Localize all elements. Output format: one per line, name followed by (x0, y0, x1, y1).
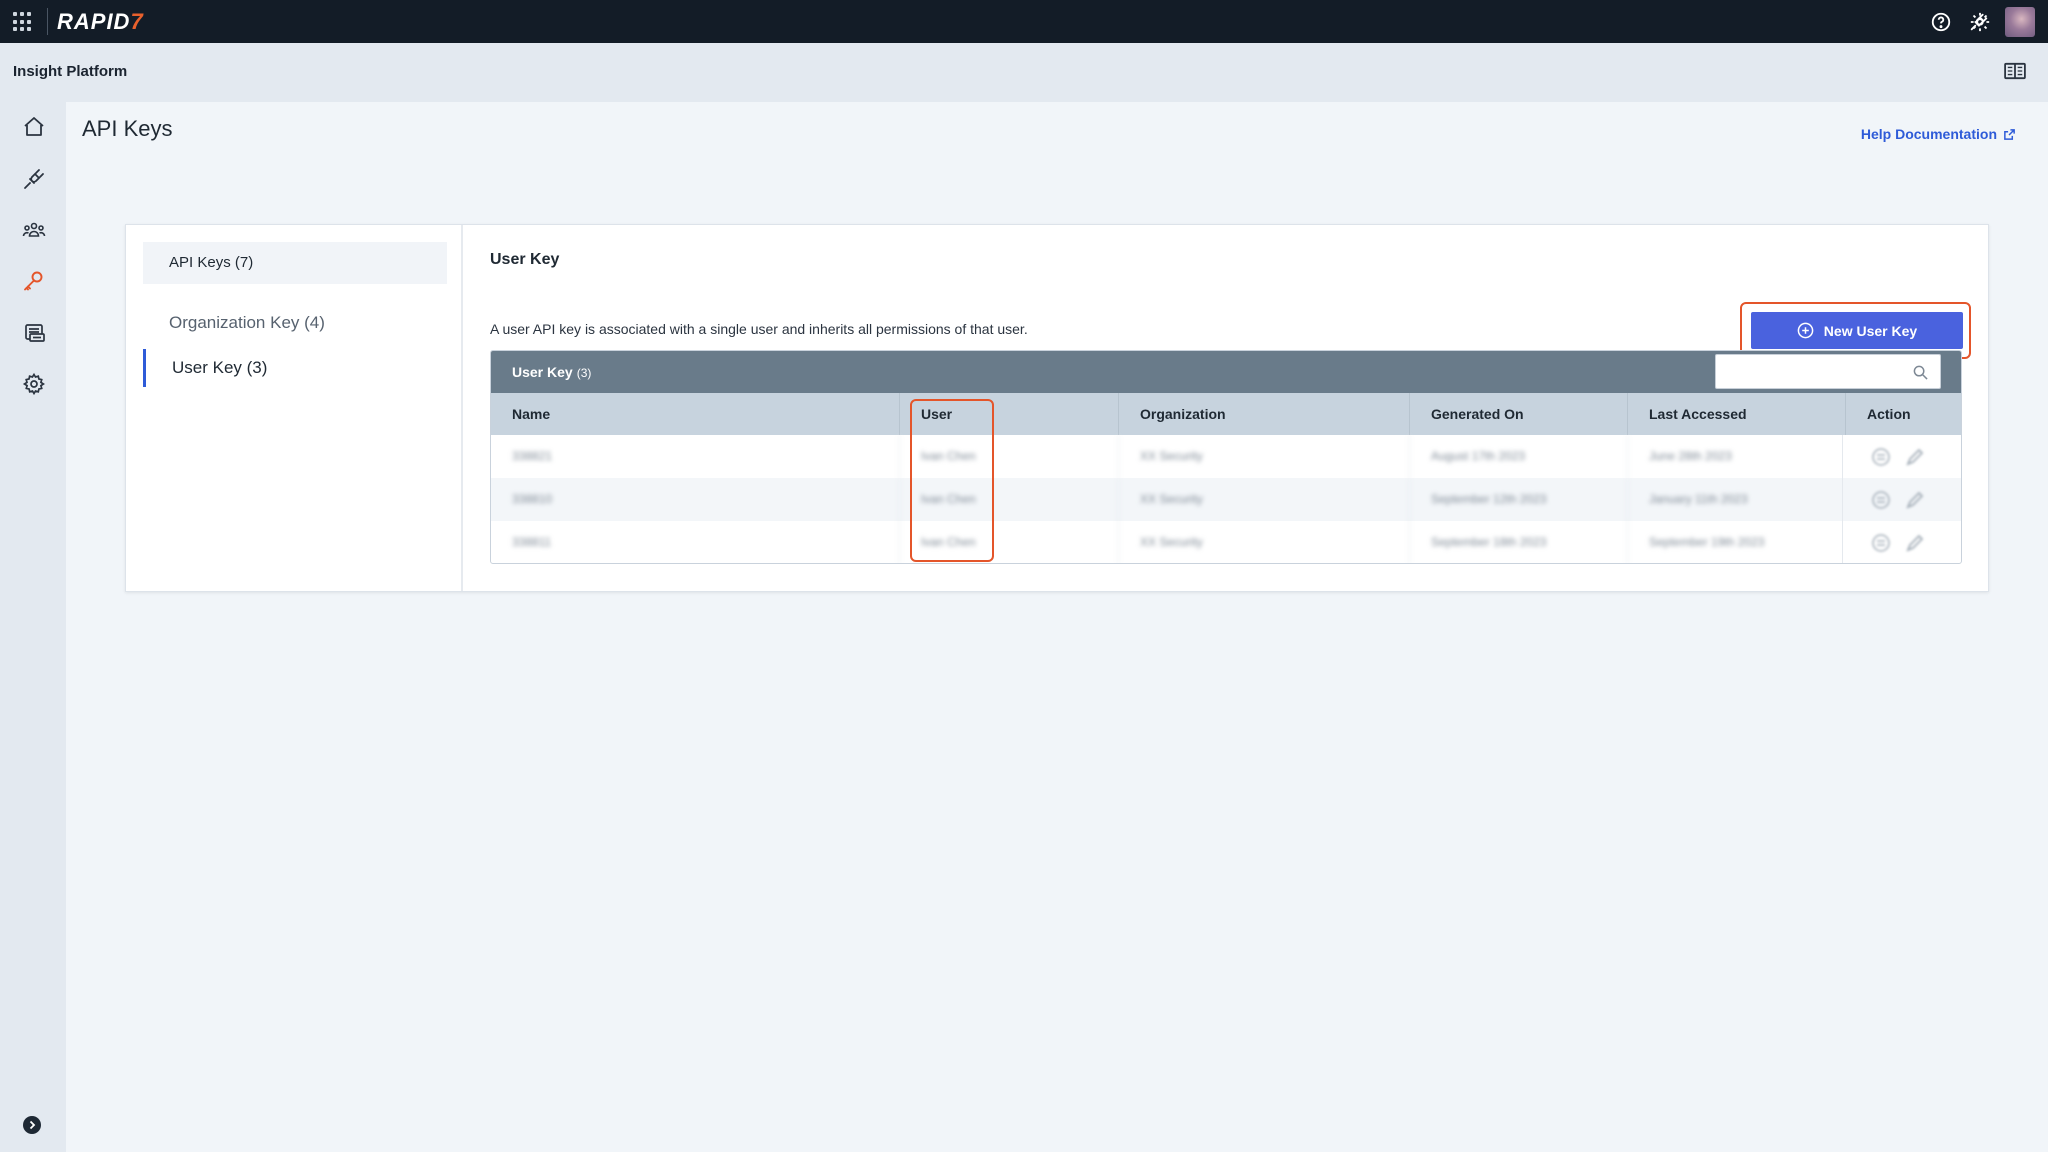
table-row[interactable]: 338810 Ivan Chen XX Security September 1… (491, 478, 1961, 521)
settings-nav-icon[interactable] (22, 372, 46, 396)
info-icon[interactable] (1871, 533, 1891, 553)
table-row[interactable]: 338821 Ivan Chen XX Security August 17th… (491, 435, 1961, 478)
cell-generated-on: August 17th 2023 (1409, 435, 1627, 478)
api-keys-card: API Keys (7) Organization Key (4) User K… (125, 224, 1989, 592)
page-title: API Keys (82, 116, 173, 141)
info-icon[interactable] (1871, 490, 1891, 510)
table-toolbar: User Key (3) (491, 351, 1961, 393)
edit-icon[interactable] (1905, 490, 1925, 510)
cell-last-accessed: January 11th 2023 (1627, 478, 1845, 521)
cell-last-accessed: September 19th 2023 (1627, 521, 1845, 563)
table-header-row: Name User Organization Generated On Last… (491, 393, 1961, 435)
column-header-organization[interactable]: Organization (1118, 393, 1409, 435)
table-count: (3) (576, 366, 592, 380)
cell-generated-on: September 18th 2023 (1409, 521, 1627, 563)
cell-organization: XX Security (1118, 478, 1409, 521)
cell-name: 338811 (512, 535, 552, 549)
column-header-generated-on[interactable]: Generated On (1409, 393, 1627, 435)
content-description: A user API key is associated with a sing… (490, 321, 1028, 337)
settings-icon[interactable] (1969, 11, 1991, 33)
edit-icon[interactable] (1905, 533, 1925, 553)
table-search-input[interactable] (1715, 354, 1941, 389)
content-title: User Key (490, 251, 560, 268)
menu-item-organization-key[interactable]: Organization Key (4) (143, 308, 447, 338)
left-nav (0, 102, 66, 1152)
external-link-icon (2004, 128, 2015, 140)
help-icon[interactable] (1930, 11, 1952, 33)
billing-icon[interactable] (22, 321, 46, 345)
info-icon[interactable] (1871, 447, 1891, 467)
user-avatar[interactable] (2005, 7, 2035, 37)
highlight-user-column (910, 399, 994, 562)
users-icon[interactable] (22, 218, 46, 242)
edit-icon[interactable] (1905, 447, 1925, 467)
divider (47, 8, 48, 35)
rapid7-logo[interactable]: RAPID7 (57, 9, 144, 35)
user-key-table: User Key (3) Name User Organization Gener… (490, 350, 1962, 564)
cell-name: 338821 (512, 449, 553, 463)
search-icon (1913, 365, 1928, 380)
cell-name: 338810 (512, 492, 553, 506)
api-keys-side-menu: API Keys (7) Organization Key (4) User K… (126, 225, 463, 591)
help-link-label: Help Documentation (1860, 126, 1997, 142)
cell-action (1842, 521, 1961, 563)
home-icon[interactable] (22, 115, 46, 139)
top-bar: RAPID7 (0, 0, 2048, 43)
apps-grid-icon[interactable] (13, 12, 33, 32)
cell-last-accessed: June 28th 2023 (1627, 435, 1845, 478)
key-icon[interactable] (22, 269, 46, 293)
help-documentation-link[interactable]: Help Documentation (1861, 126, 2016, 142)
column-header-action: Action (1845, 393, 1961, 435)
sub-header: Insight Platform (0, 43, 2048, 102)
app-title: Insight Platform (13, 63, 128, 80)
table-row[interactable]: 338811 Ivan Chen XX Security September 1… (491, 521, 1961, 563)
menu-header-api-keys: API Keys (7) (143, 242, 447, 284)
cell-action (1842, 435, 1961, 478)
column-header-name[interactable]: Name (491, 393, 899, 435)
cell-organization: XX Security (1118, 521, 1409, 563)
cell-organization: XX Security (1118, 435, 1409, 478)
book-icon[interactable] (2004, 62, 2026, 80)
menu-item-user-key[interactable]: User Key (3) (143, 349, 447, 387)
column-header-last-accessed[interactable]: Last Accessed (1627, 393, 1845, 435)
plugin-nav-icon[interactable] (22, 167, 46, 191)
expand-nav-button[interactable] (23, 1116, 41, 1134)
cell-action (1842, 478, 1961, 521)
chevron-right-icon (29, 1120, 36, 1130)
table-title: User Key (3) (512, 364, 592, 380)
cell-generated-on: September 12th 2023 (1409, 478, 1627, 521)
